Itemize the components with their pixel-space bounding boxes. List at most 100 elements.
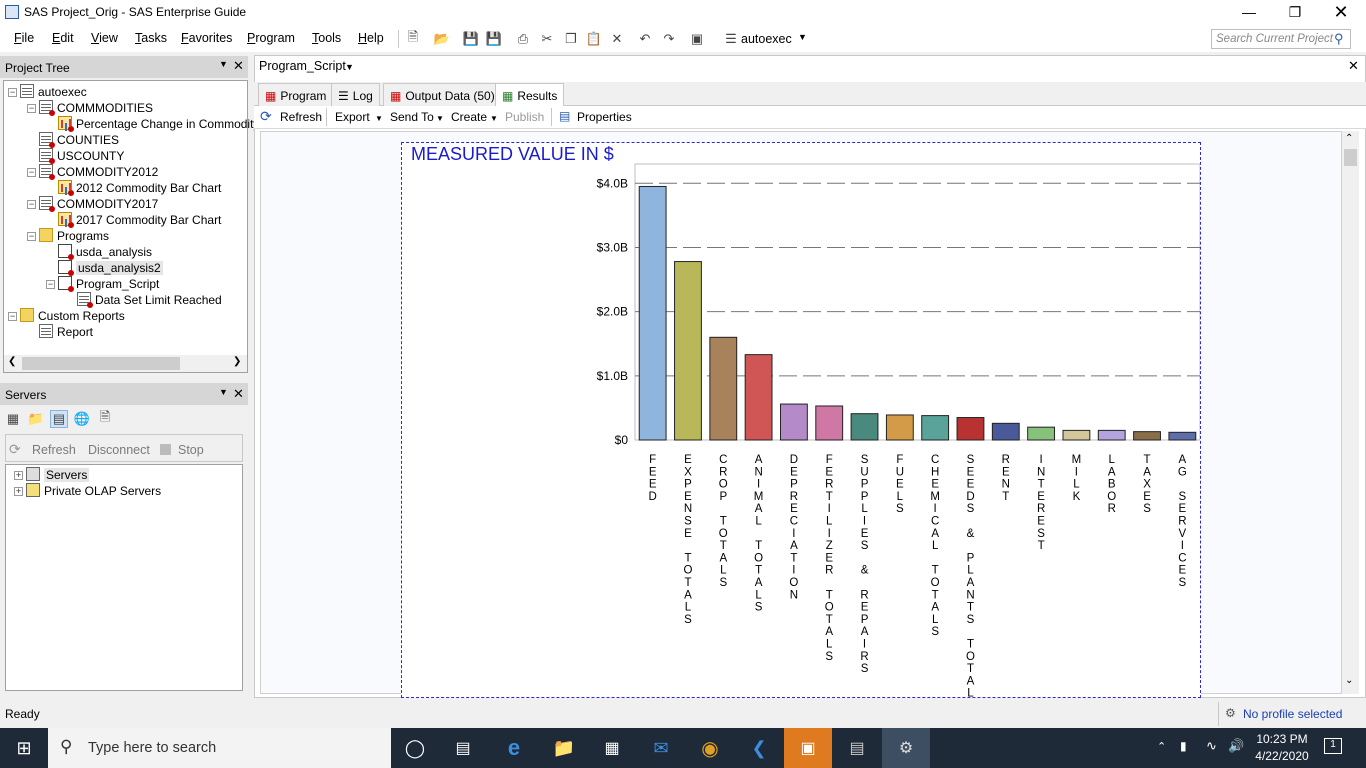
close-icon[interactable]: ✕ (233, 58, 244, 74)
chrome-icon[interactable]: ◉ (686, 728, 734, 768)
sas-enterprise-guide-icon[interactable]: ⚙ (882, 728, 930, 768)
collapse-icon[interactable]: − (46, 280, 55, 289)
redo-icon[interactable]: ↷ (660, 30, 678, 48)
new-icon[interactable]: 🗎 (404, 29, 422, 48)
project-tree-item[interactable]: − Program_Script (46, 276, 159, 292)
collapse-icon[interactable]: − (8, 88, 17, 97)
project-tree-item[interactable]: 2017 Commodity Bar Chart (46, 212, 221, 228)
clock-time[interactable]: 10:23 PM (1252, 732, 1312, 746)
vscode-icon[interactable]: ❮ (735, 728, 783, 768)
cortana-icon[interactable]: ◯ (391, 728, 439, 768)
properties-button[interactable]: Properties (577, 110, 632, 124)
chevron-left-icon[interactable]: ❮ (8, 356, 16, 367)
server-list-icon[interactable]: ▦ (4, 410, 22, 428)
volume-icon[interactable]: 🔊 (1228, 738, 1244, 754)
search-icon[interactable]: ⚲ (1334, 31, 1344, 47)
horizontal-scrollbar[interactable]: ❮ ❯ (4, 355, 247, 372)
chevron-up-icon[interactable]: ⌃ (1157, 740, 1166, 753)
chevron-down-icon[interactable]: ▼ (490, 114, 498, 123)
wifi-icon[interactable]: ∿ (1206, 738, 1217, 754)
send-to-button[interactable]: Send To (390, 110, 434, 124)
notifications-icon[interactable]: 1 (1324, 738, 1342, 754)
expand-icon[interactable]: + (14, 487, 23, 496)
copy-icon[interactable]: ❐ (562, 30, 580, 48)
menu-file[interactable]: File (14, 31, 34, 45)
close-icon[interactable]: ✕ (1348, 58, 1359, 74)
project-tree-item[interactable]: usda_analysis2 (46, 260, 163, 276)
windows-start-icon[interactable]: ⊞ (0, 728, 48, 768)
chevron-down-icon[interactable]: ▼ (436, 114, 444, 123)
close-window-button[interactable]: ✕ (1318, 0, 1364, 26)
results-refresh-button[interactable]: Refresh (280, 110, 322, 124)
chevron-down-icon[interactable]: ▼ (219, 387, 228, 397)
project-tree-item[interactable]: Data Set Limit Reached (65, 292, 222, 308)
maximize-button[interactable]: ❐ (1272, 0, 1318, 26)
publish-button[interactable]: Publish (505, 110, 544, 124)
taskbar-search-box[interactable]: ⚲ Type here to search (48, 728, 391, 768)
tab-results[interactable]: ▦ Results (495, 83, 565, 106)
file-explorer-icon[interactable]: 📁 (540, 728, 588, 768)
servers-icon[interactable]: ▤ (50, 410, 68, 428)
project-tree-item[interactable]: USCOUNTY (27, 148, 124, 164)
process-flow-selector[interactable]: autoexec (741, 32, 792, 46)
tab-program[interactable]: ▦ Program (258, 83, 334, 106)
chevron-down-icon[interactable]: ⌄ (1345, 675, 1353, 686)
project-tree-item[interactable]: Percentage Change in Commodity (46, 116, 259, 132)
project-tree-item[interactable]: 2012 Commodity Bar Chart (46, 180, 221, 196)
profile-status-link[interactable]: No profile selected (1243, 707, 1342, 721)
folder-icon[interactable]: 📁 (27, 410, 45, 428)
project-tree-item[interactable]: − Programs (27, 228, 109, 244)
project-tree-item[interactable]: − autoexec (8, 84, 87, 100)
export-button[interactable]: Export (335, 110, 370, 124)
project-tree-item[interactable]: − Custom Reports (8, 308, 125, 324)
menu-favorites[interactable]: Favorites (181, 31, 232, 45)
menu-tools[interactable]: Tools (312, 31, 341, 45)
chevron-down-icon[interactable]: ▼ (375, 114, 383, 123)
delete-icon[interactable]: ✕ (608, 30, 626, 48)
servers-refresh-button[interactable]: Refresh (32, 443, 76, 457)
collapse-icon[interactable]: − (27, 200, 36, 209)
print-icon[interactable]: ⎙ (514, 30, 532, 48)
window-layout-icon[interactable]: ▣ (688, 30, 706, 48)
menu-help[interactable]: Help (358, 31, 384, 45)
powerpoint-icon[interactable]: ▣ (784, 728, 832, 768)
tab-log[interactable]: ☰ Log (331, 83, 380, 106)
project-tree-item[interactable]: − COMMODITY2012 (27, 164, 158, 180)
servers-tree-item[interactable]: + Private OLAP Servers (14, 483, 161, 499)
vertical-scrollbar[interactable]: ⌃ ⌄ (1342, 131, 1359, 694)
store-icon[interactable]: ▦ (588, 728, 636, 768)
save-all-icon[interactable]: 💾 (485, 30, 503, 48)
task-view-icon[interactable]: ▤ (439, 728, 487, 768)
collapse-icon[interactable]: − (27, 104, 36, 113)
collapse-icon[interactable]: − (27, 232, 36, 241)
create-button[interactable]: Create (451, 110, 487, 124)
collapse-icon[interactable]: − (27, 168, 36, 177)
menu-view[interactable]: View (91, 31, 118, 45)
menu-program[interactable]: Program (247, 31, 295, 45)
sas-icon[interactable]: ▤ (833, 728, 881, 768)
project-tree-item[interactable]: − COMMODITY2017 (27, 196, 158, 212)
servers-tree-item[interactable]: + Servers (14, 467, 90, 483)
edge-icon[interactable]: e (490, 728, 538, 768)
minimize-button[interactable]: — (1226, 0, 1272, 26)
chevron-down-icon[interactable]: ▼ (219, 59, 228, 69)
document-icon[interactable]: 🗎 (96, 409, 114, 428)
open-icon[interactable]: 📂 (433, 30, 451, 48)
search-project-input[interactable]: Search Current Project (1211, 29, 1351, 49)
chevron-down-icon[interactable]: ▼ (798, 32, 807, 42)
menu-edit[interactable]: Edit (52, 31, 74, 45)
chevron-right-icon[interactable]: ❯ (233, 356, 241, 367)
menu-tasks[interactable]: Tasks (135, 31, 167, 45)
tab-output-data[interactable]: ▦ Output Data (50) (383, 83, 502, 106)
project-tree-item[interactable]: usda_analysis (46, 244, 152, 260)
cut-icon[interactable]: ✂ (538, 30, 556, 48)
mail-icon[interactable]: ✉ (637, 728, 685, 768)
paste-icon[interactable]: 📋 (585, 30, 603, 48)
project-tree-item[interactable]: − COMMMODITIES (27, 100, 153, 116)
battery-icon[interactable]: ▮ (1180, 739, 1187, 753)
project-tree-item[interactable]: COUNTIES (27, 132, 119, 148)
save-icon[interactable]: 💾 (462, 30, 480, 48)
servers-disconnect-button[interactable]: Disconnect (88, 443, 150, 457)
close-icon[interactable]: ✕ (233, 386, 244, 402)
expand-icon[interactable]: + (14, 471, 23, 480)
